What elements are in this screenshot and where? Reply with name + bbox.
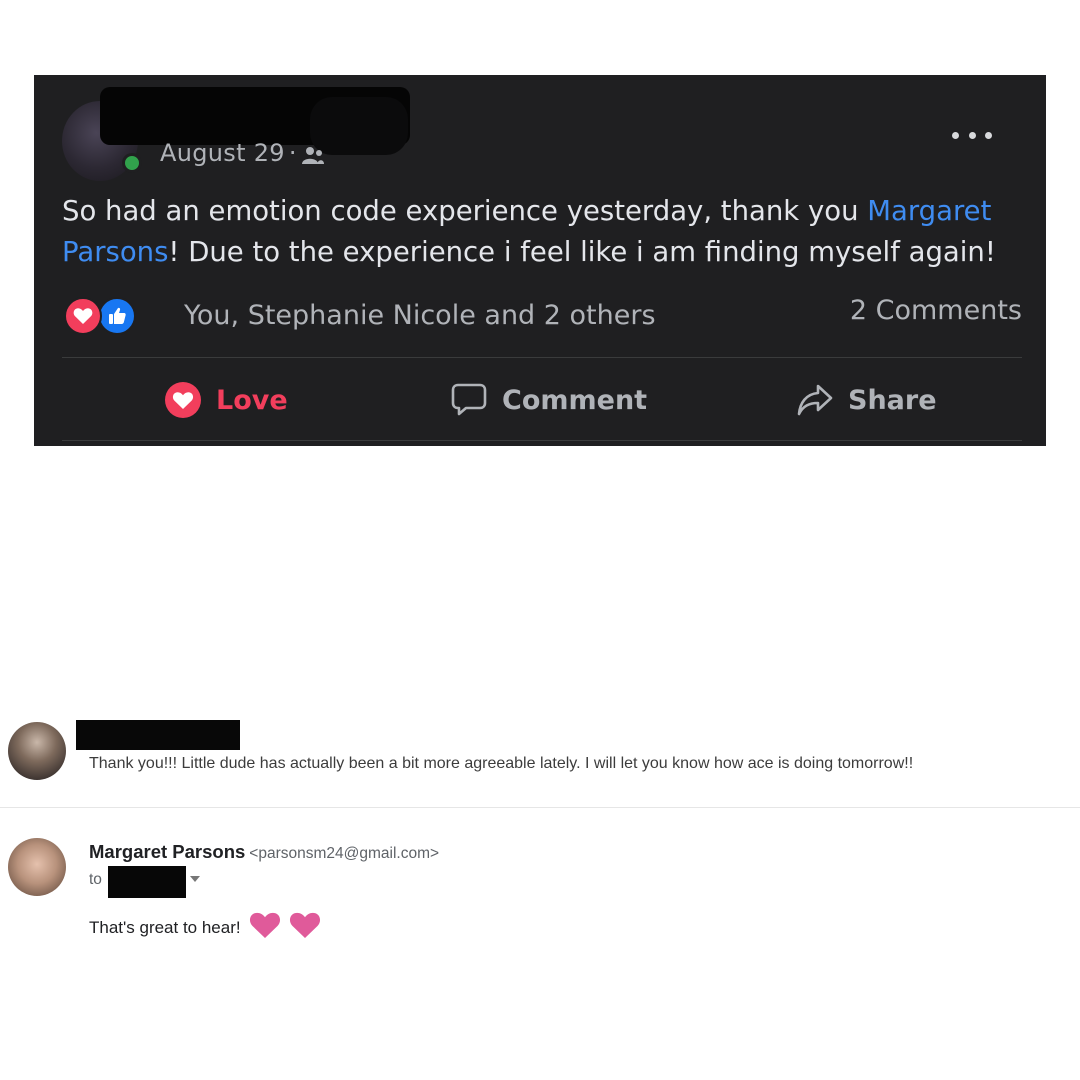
sender-email: <parsonsm24@gmail.com> (249, 845, 440, 862)
facebook-post-card: August 29 · So had an emotion code experi… (34, 75, 1046, 446)
online-status-dot (122, 153, 142, 173)
post-text-prefix: So had an emotion code experience yester… (62, 195, 868, 227)
share-label: Share (848, 384, 937, 416)
meta-separator: · (288, 139, 297, 167)
comment-icon (451, 383, 487, 416)
share-icon (797, 384, 833, 416)
love-label: Love (216, 384, 288, 416)
love-button[interactable]: Love (164, 375, 288, 425)
sender-avatar[interactable] (8, 838, 66, 896)
love-icon (165, 382, 201, 418)
sender-line: Margaret Parsons <parsonsm24@gmail.com> (89, 841, 439, 863)
redacted-recipient (108, 866, 186, 898)
recipient-details-dropdown-icon[interactable] (190, 876, 200, 882)
post-header: August 29 · (60, 87, 1020, 181)
post-text-suffix: ! Due to the experience i feel like i am… (168, 236, 996, 268)
more-options-icon[interactable] (952, 123, 992, 147)
reply-sender-avatar[interactable] (8, 722, 66, 780)
audience-friends-icon[interactable] (301, 144, 325, 164)
reaction-icons (64, 295, 142, 335)
post-date[interactable]: August 29 (160, 139, 285, 167)
heart-emoji-icon (289, 911, 321, 944)
share-button[interactable]: Share (796, 375, 937, 425)
message-body: That's great to hear! (89, 911, 321, 944)
divider-bottom (62, 440, 1022, 441)
message-divider (0, 807, 1080, 808)
post-meta: August 29 · (160, 139, 325, 167)
reactions-summary[interactable]: You, Stephanie Nicole and 2 others (64, 295, 656, 335)
sender-name[interactable]: Margaret Parsons (89, 841, 245, 862)
comments-count-link[interactable]: 2 Comments (850, 295, 1022, 326)
comment-label: Comment (502, 384, 648, 416)
message-text: That's great to hear! (89, 917, 241, 937)
heart-emoji-icon (249, 911, 281, 944)
reply-snippet[interactable]: Thank you!!! Little dude has actually be… (89, 755, 913, 773)
reaction-names: You, Stephanie Nicole and 2 others (184, 299, 656, 331)
redacted-reply-sender-name (76, 720, 240, 750)
post-text: So had an emotion code experience yester… (62, 191, 1012, 273)
love-reaction-icon (64, 297, 102, 335)
post-actions-bar: Love Comment Share (62, 375, 1022, 425)
comment-button[interactable]: Comment (450, 375, 647, 425)
recipient-label: to (89, 871, 102, 888)
divider-top (62, 357, 1022, 358)
email-thread: Thank you!!! Little dude has actually be… (0, 700, 1080, 1080)
like-reaction-icon (98, 297, 136, 335)
